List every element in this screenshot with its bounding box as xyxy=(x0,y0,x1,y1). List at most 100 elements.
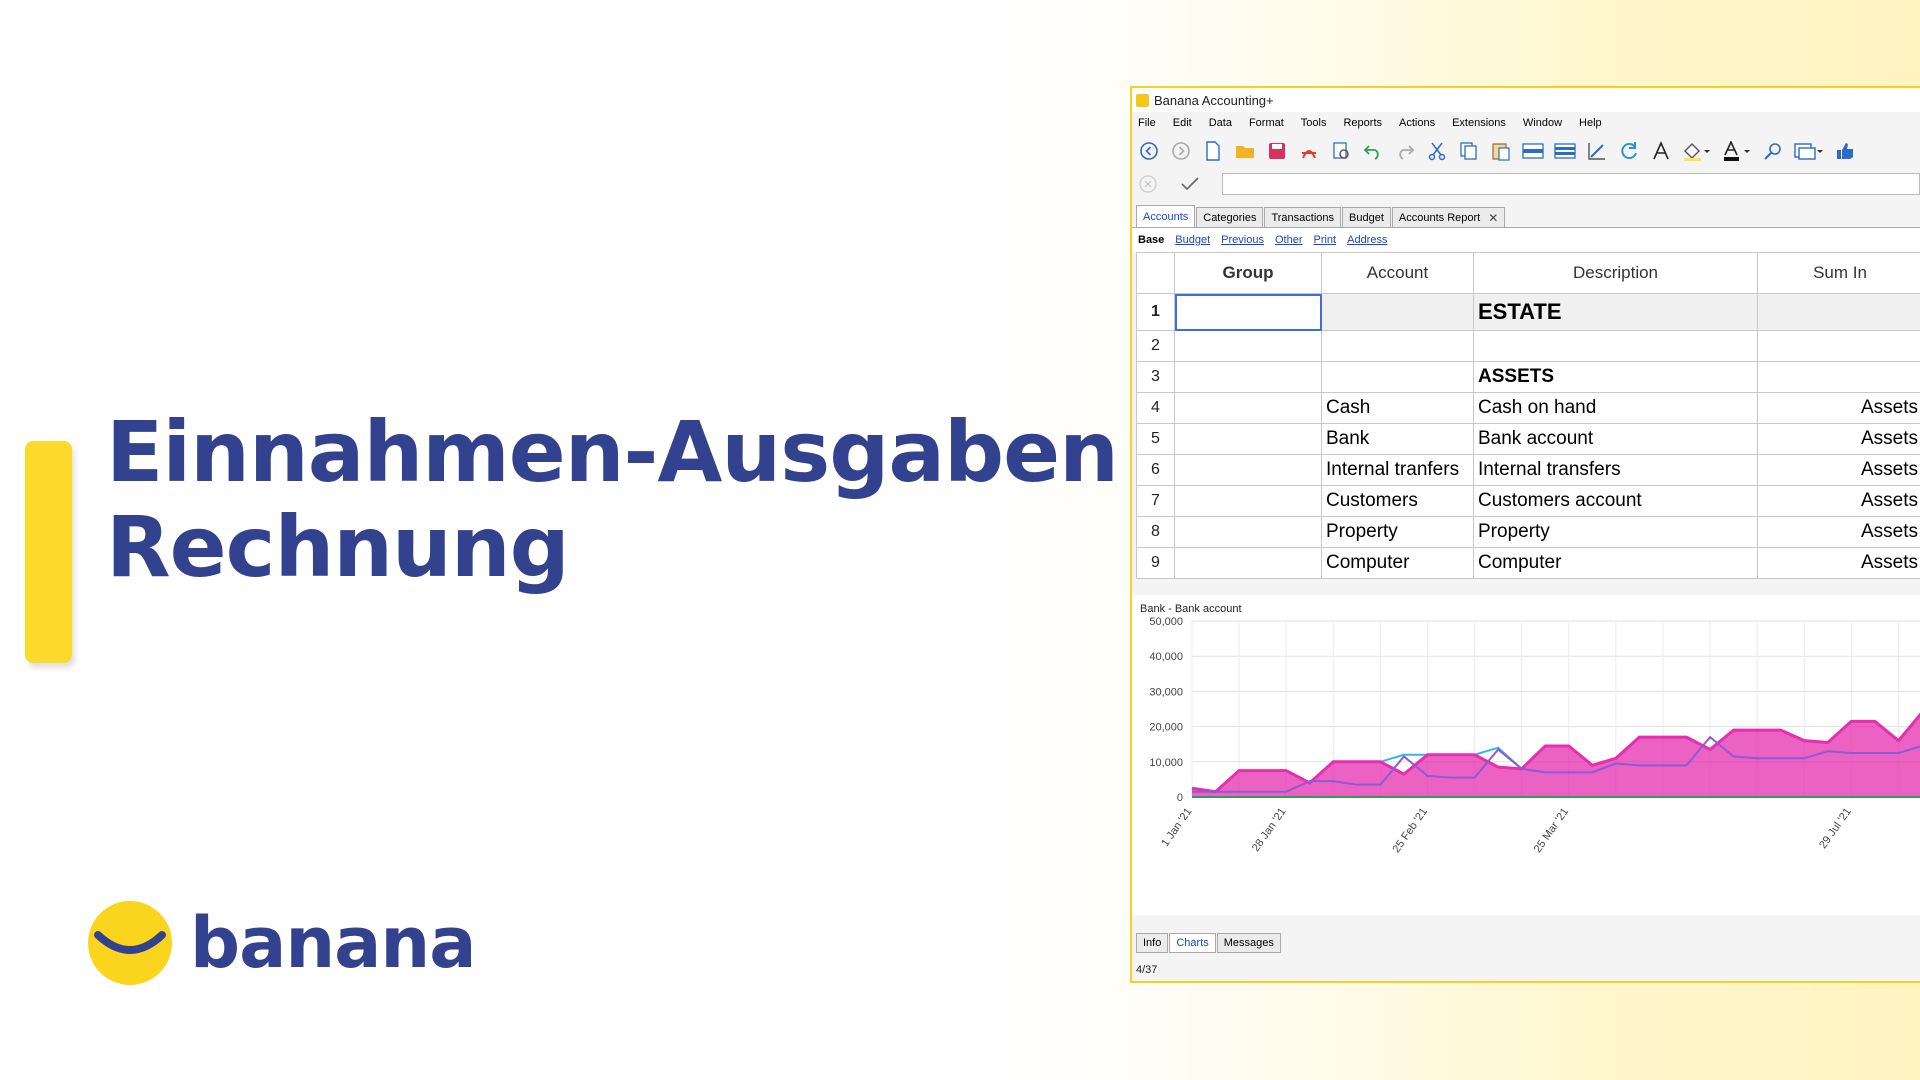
cell-sum-in[interactable] xyxy=(1757,293,1920,331)
window-icon[interactable] xyxy=(1794,140,1824,162)
table-row[interactable]: 4 Cash Cash on hand Assets xyxy=(1136,392,1920,424)
cell-description[interactable]: ASSETS xyxy=(1473,361,1758,393)
cell-sum-in[interactable]: Assets xyxy=(1757,392,1920,424)
search-icon[interactable] xyxy=(1762,140,1784,162)
cell-sum-in[interactable] xyxy=(1757,330,1920,362)
cell-description[interactable]: Cash on hand xyxy=(1473,392,1758,424)
fill-color-icon[interactable] xyxy=(1682,140,1712,162)
table-row[interactable]: 9 Computer Computer Assets xyxy=(1136,547,1920,579)
cell-account[interactable]: Computer xyxy=(1321,547,1474,579)
menu-actions[interactable]: Actions xyxy=(1399,117,1435,129)
tab-accounts-report[interactable]: Accounts Report ✕ xyxy=(1391,207,1506,227)
table-row[interactable]: 3 ASSETS xyxy=(1136,361,1920,393)
cell-description[interactable]: Customers account xyxy=(1473,485,1758,517)
menu-tools[interactable]: Tools xyxy=(1301,117,1327,129)
cancel-edit-icon[interactable] xyxy=(1138,174,1158,194)
paste-icon[interactable] xyxy=(1490,140,1512,162)
cell-sum-in[interactable]: Assets xyxy=(1757,547,1920,579)
cell-description[interactable]: Bank account xyxy=(1473,423,1758,455)
cell-account[interactable] xyxy=(1321,361,1474,393)
pdf-icon[interactable] xyxy=(1298,140,1320,162)
new-file-icon[interactable] xyxy=(1202,140,1224,162)
table-row[interactable]: 2 xyxy=(1136,330,1920,362)
tab-messages[interactable]: Messages xyxy=(1216,933,1281,953)
cell-group[interactable] xyxy=(1174,330,1322,362)
refresh-icon[interactable] xyxy=(1618,140,1640,162)
cell-description[interactable]: Internal transfers xyxy=(1473,454,1758,486)
view-base[interactable]: Base xyxy=(1138,234,1164,246)
tab-transactions[interactable]: Transactions xyxy=(1264,207,1342,227)
cell-group[interactable] xyxy=(1174,392,1322,424)
undo-icon[interactable] xyxy=(1362,140,1384,162)
back-arrow-icon[interactable] xyxy=(1138,140,1160,162)
text-color-icon[interactable] xyxy=(1722,140,1752,162)
menu-format[interactable]: Format xyxy=(1249,117,1284,129)
menu-reports[interactable]: Reports xyxy=(1343,117,1382,129)
font-icon[interactable] xyxy=(1650,140,1672,162)
column-header-account[interactable]: Account xyxy=(1321,252,1474,294)
view-print[interactable]: Print xyxy=(1313,234,1336,246)
column-header-sum-in[interactable]: Sum In xyxy=(1757,252,1920,294)
cell-group[interactable] xyxy=(1174,361,1322,393)
table-row[interactable]: 1 ESTATE xyxy=(1136,293,1920,331)
cell-description[interactable]: ESTATE xyxy=(1473,293,1758,331)
cut-icon[interactable] xyxy=(1426,140,1448,162)
cell-description[interactable] xyxy=(1473,330,1758,362)
cell-description[interactable]: Computer xyxy=(1473,547,1758,579)
confirm-edit-icon[interactable] xyxy=(1180,174,1200,194)
close-icon[interactable]: ✕ xyxy=(1488,211,1498,225)
print-preview-icon[interactable] xyxy=(1330,140,1352,162)
cell-account[interactable] xyxy=(1321,330,1474,362)
cell-group[interactable] xyxy=(1174,454,1322,486)
cell-sum-in[interactable] xyxy=(1757,361,1920,393)
cell-account[interactable]: Property xyxy=(1321,516,1474,548)
view-other[interactable]: Other xyxy=(1275,234,1303,246)
insert-row-icon[interactable] xyxy=(1522,140,1544,162)
cell-sum-in[interactable]: Assets xyxy=(1757,516,1920,548)
cell-sum-in[interactable]: Assets xyxy=(1757,423,1920,455)
insert-rows-icon[interactable] xyxy=(1554,140,1576,162)
table-row[interactable]: 6 Internal tranfers Internal transfers A… xyxy=(1136,454,1920,486)
menu-file[interactable]: File xyxy=(1138,117,1156,129)
cell-group[interactable] xyxy=(1174,423,1322,455)
table-row[interactable]: 7 Customers Customers account Assets xyxy=(1136,485,1920,517)
column-setup-icon[interactable] xyxy=(1586,140,1608,162)
cell-group[interactable] xyxy=(1174,516,1322,548)
cell-sum-in[interactable]: Assets xyxy=(1757,454,1920,486)
cell-edit-input[interactable] xyxy=(1222,173,1920,195)
view-previous[interactable]: Previous xyxy=(1221,234,1264,246)
tab-charts[interactable]: Charts xyxy=(1169,933,1216,953)
menu-window[interactable]: Window xyxy=(1523,117,1562,129)
thumbs-up-icon[interactable] xyxy=(1834,140,1856,162)
menu-extensions[interactable]: Extensions xyxy=(1452,117,1506,129)
tab-accounts[interactable]: Accounts xyxy=(1136,205,1196,227)
cell-account[interactable]: Cash xyxy=(1321,392,1474,424)
app-window[interactable]: Banana Accounting+ File Edit Data Format… xyxy=(1130,86,1920,983)
save-icon[interactable] xyxy=(1266,140,1288,162)
cell-account[interactable] xyxy=(1321,293,1474,331)
column-header-group[interactable]: Group xyxy=(1174,252,1322,294)
view-budget[interactable]: Budget xyxy=(1175,234,1210,246)
cell-account[interactable]: Internal tranfers xyxy=(1321,454,1474,486)
menu-data[interactable]: Data xyxy=(1209,117,1232,129)
cell-description[interactable]: Property xyxy=(1473,516,1758,548)
cell-group[interactable] xyxy=(1174,485,1322,517)
table-row[interactable]: 5 Bank Bank account Assets xyxy=(1136,423,1920,455)
menu-help[interactable]: Help xyxy=(1579,117,1602,129)
table-row[interactable]: 8 Property Property Assets xyxy=(1136,516,1920,548)
cell-sum-in[interactable]: Assets xyxy=(1757,485,1920,517)
tab-categories[interactable]: Categories xyxy=(1196,207,1264,227)
tab-info[interactable]: Info xyxy=(1136,933,1169,953)
open-folder-icon[interactable] xyxy=(1234,140,1256,162)
cell-account[interactable]: Customers xyxy=(1321,485,1474,517)
copy-icon[interactable] xyxy=(1458,140,1480,162)
redo-icon[interactable] xyxy=(1394,140,1416,162)
column-header-description[interactable]: Description xyxy=(1473,252,1758,294)
cell-group[interactable] xyxy=(1174,547,1322,579)
menu-edit[interactable]: Edit xyxy=(1173,117,1192,129)
cell-group-selected[interactable] xyxy=(1174,293,1322,331)
forward-arrow-icon[interactable] xyxy=(1170,140,1192,162)
view-address[interactable]: Address xyxy=(1347,234,1387,246)
tab-budget[interactable]: Budget xyxy=(1342,207,1391,227)
cell-account[interactable]: Bank xyxy=(1321,423,1474,455)
